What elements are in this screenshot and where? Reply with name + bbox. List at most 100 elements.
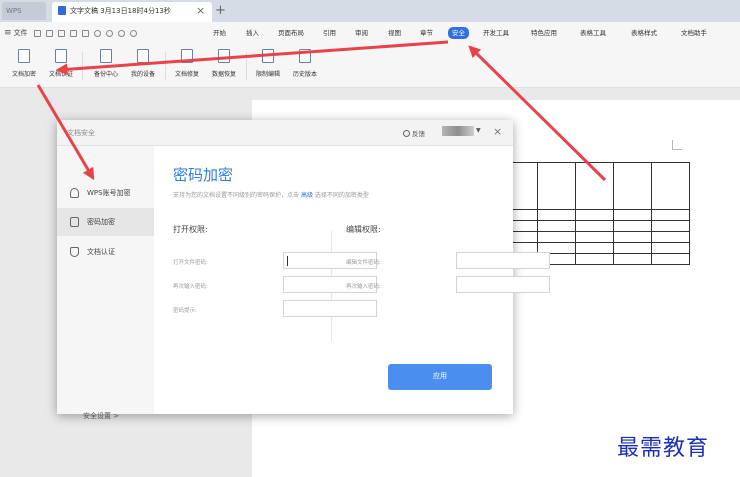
chevron-down-icon[interactable]: ▼ <box>476 127 481 134</box>
recovery-icon <box>218 49 230 63</box>
file-menu[interactable]: 文件 <box>14 28 28 38</box>
edit-password-confirm-label: 再次输入密码: <box>346 284 381 290</box>
open-password-confirm-label: 再次输入密码: <box>173 284 208 290</box>
version-history-label: 历史版本 <box>292 71 317 78</box>
menu-tab-page-layout[interactable]: 页面布局 <box>278 28 304 39</box>
data-recovery-label: 数据恢复 <box>211 71 236 78</box>
shield-icon <box>70 247 79 257</box>
sidebar-item-label: WPS账号加密 <box>87 189 131 197</box>
repair-icon <box>181 49 193 63</box>
my-devices-label: 我的设备 <box>130 71 155 78</box>
history-icon <box>299 49 311 63</box>
edit-password-confirm-input[interactable] <box>456 276 550 293</box>
sidebar-item-label: 密码加密 <box>87 218 115 226</box>
close-icon[interactable]: × <box>493 126 502 138</box>
document-encrypt-label: 文档加密 <box>11 71 36 78</box>
backup-center-label: 备份中心 <box>93 71 118 78</box>
password-encrypt-description: 支持为您的文档设置不同级别的密码保护，点击 高级 选择不同的加密类型 <box>173 190 369 199</box>
sidebar-item-password-encrypt[interactable]: 密码加密 <box>57 208 154 236</box>
lock-icon <box>70 217 79 227</box>
undo-icon[interactable] <box>118 29 126 37</box>
title-bar: WPS 文字文稿 3月13日18时4分13秒 × + <box>0 0 740 22</box>
sidebar-item-wps-account-encrypt[interactable]: WPS账号加密 <box>57 179 154 207</box>
watermark-logo: 最需教育 <box>617 436 710 461</box>
sidebar-item-document-certify[interactable]: 文档认证 <box>57 238 154 266</box>
print-icon[interactable] <box>82 29 90 37</box>
menu-tab-view[interactable]: 视图 <box>388 28 401 39</box>
password-hint-label: 密码提示: <box>173 308 197 314</box>
apply-button[interactable]: 应用 <box>388 364 492 390</box>
description-text: 支持为您的文档设置不同级别的密码保护，点击 <box>173 192 300 199</box>
menu-tab-chapter[interactable]: 章节 <box>420 28 433 39</box>
document-encrypt-button[interactable]: 文档加密 <box>7 49 41 85</box>
edit-password-input[interactable] <box>456 252 550 269</box>
restrict-editing-button[interactable]: 限制编辑 <box>251 49 285 85</box>
document-tab[interactable]: 文字文稿 3月13日18时4分13秒 <box>52 2 212 22</box>
open-password-label: 打开文件密码: <box>173 260 208 266</box>
document-repair-button[interactable]: 文档修复 <box>170 49 204 85</box>
document-certify-label: 文档认证 <box>48 71 73 78</box>
document-lock-icon <box>18 49 30 63</box>
document-security-dialog: 文档安全 反馈 ▼ × WPS账号加密 密码加密 文档认证 安全设置 > 密码加… <box>57 120 550 420</box>
backup-icon <box>100 49 112 63</box>
edit-password-label: 编辑文件密码: <box>346 260 381 266</box>
document-repair-label: 文档修复 <box>174 71 199 78</box>
export-pdf-icon[interactable] <box>70 29 78 37</box>
version-history-button[interactable]: 历史版本 <box>288 49 322 85</box>
save-icon[interactable] <box>58 29 66 37</box>
quick-access-toolbar: ≡ 文件 <box>4 22 140 44</box>
my-devices-button[interactable]: 我的设备 <box>126 49 160 85</box>
security-settings-link[interactable]: 安全设置 > <box>83 411 119 421</box>
advanced-link[interactable]: 高级 <box>301 192 313 199</box>
open-icon[interactable] <box>46 29 54 37</box>
format-painter-icon[interactable] <box>106 29 114 37</box>
menu-tab-insert[interactable]: 插入 <box>246 28 259 39</box>
user-icon <box>70 188 79 198</box>
ribbon-separator <box>82 52 83 80</box>
ribbon-separator <box>165 52 166 80</box>
restrict-edit-icon <box>262 49 274 63</box>
menu-tab-features[interactable]: 特色应用 <box>531 28 557 39</box>
restrict-editing-label: 限制编辑 <box>255 71 280 78</box>
feedback-label: 反馈 <box>412 130 425 138</box>
password-encrypt-title: 密码加密 <box>173 166 234 184</box>
ribbon-separator <box>246 52 247 80</box>
device-icon <box>137 49 149 63</box>
close-tab-icon[interactable]: × <box>196 4 205 18</box>
add-tab-icon[interactable]: + <box>215 2 226 20</box>
preview-icon[interactable] <box>94 29 102 37</box>
hamburger-icon[interactable]: ≡ <box>4 28 12 38</box>
dialog-title: 文档安全 <box>67 129 95 137</box>
menu-bar: ≡ 文件 开始 插入 页面布局 引用 审阅 视图 章节 安全 开发工具 特色应用… <box>0 22 740 44</box>
backup-center-button[interactable]: 备份中心 <box>89 49 123 85</box>
feedback-button[interactable]: 反馈 <box>403 128 425 138</box>
dialog-main: 密码加密 支持为您的文档设置不同级别的密码保护，点击 高级 选择不同的加密类型 … <box>154 146 550 414</box>
user-avatar[interactable] <box>442 126 474 136</box>
security-ribbon: 文档加密 文档认证 备份中心 我的设备 文档修复 数据恢复 限制编辑 历史版本 <box>0 44 740 88</box>
data-recovery-button[interactable]: 数据恢复 <box>207 49 241 85</box>
document-table[interactable] <box>499 162 690 265</box>
open-permission-title: 打开权限: <box>173 225 208 234</box>
document-tab-title: 文字文稿 3月13日18时4分13秒 <box>70 7 171 15</box>
document-icon <box>58 6 66 15</box>
menu-tab-doc-assistant[interactable]: 文档助手 <box>681 28 707 39</box>
certificate-icon <box>55 49 67 63</box>
menu-tab-table-style[interactable]: 表格样式 <box>631 28 657 39</box>
redo-icon[interactable] <box>130 29 138 37</box>
description-text: 选择不同的加密类型 <box>314 192 369 199</box>
feedback-icon <box>403 130 410 137</box>
menu-tab-review[interactable]: 审阅 <box>355 28 368 39</box>
menu-tab-table-tools[interactable]: 表格工具 <box>580 28 606 39</box>
menu-tab-security[interactable]: 安全 <box>448 27 469 39</box>
page-corner-mark <box>672 140 682 150</box>
wps-tab-label: WPS <box>6 7 22 15</box>
document-certify-button[interactable]: 文档认证 <box>44 49 78 85</box>
menu-tab-home[interactable]: 开始 <box>213 28 226 39</box>
menu-tab-references[interactable]: 引用 <box>323 28 336 39</box>
menu-tab-developer[interactable]: 开发工具 <box>483 28 509 39</box>
new-doc-icon[interactable] <box>34 29 42 37</box>
wps-home-tab[interactable]: WPS <box>2 2 46 20</box>
edit-permission-title: 编辑权限: <box>346 225 381 234</box>
sidebar-item-label: 文档认证 <box>87 248 115 256</box>
password-hint-input[interactable] <box>283 300 377 317</box>
